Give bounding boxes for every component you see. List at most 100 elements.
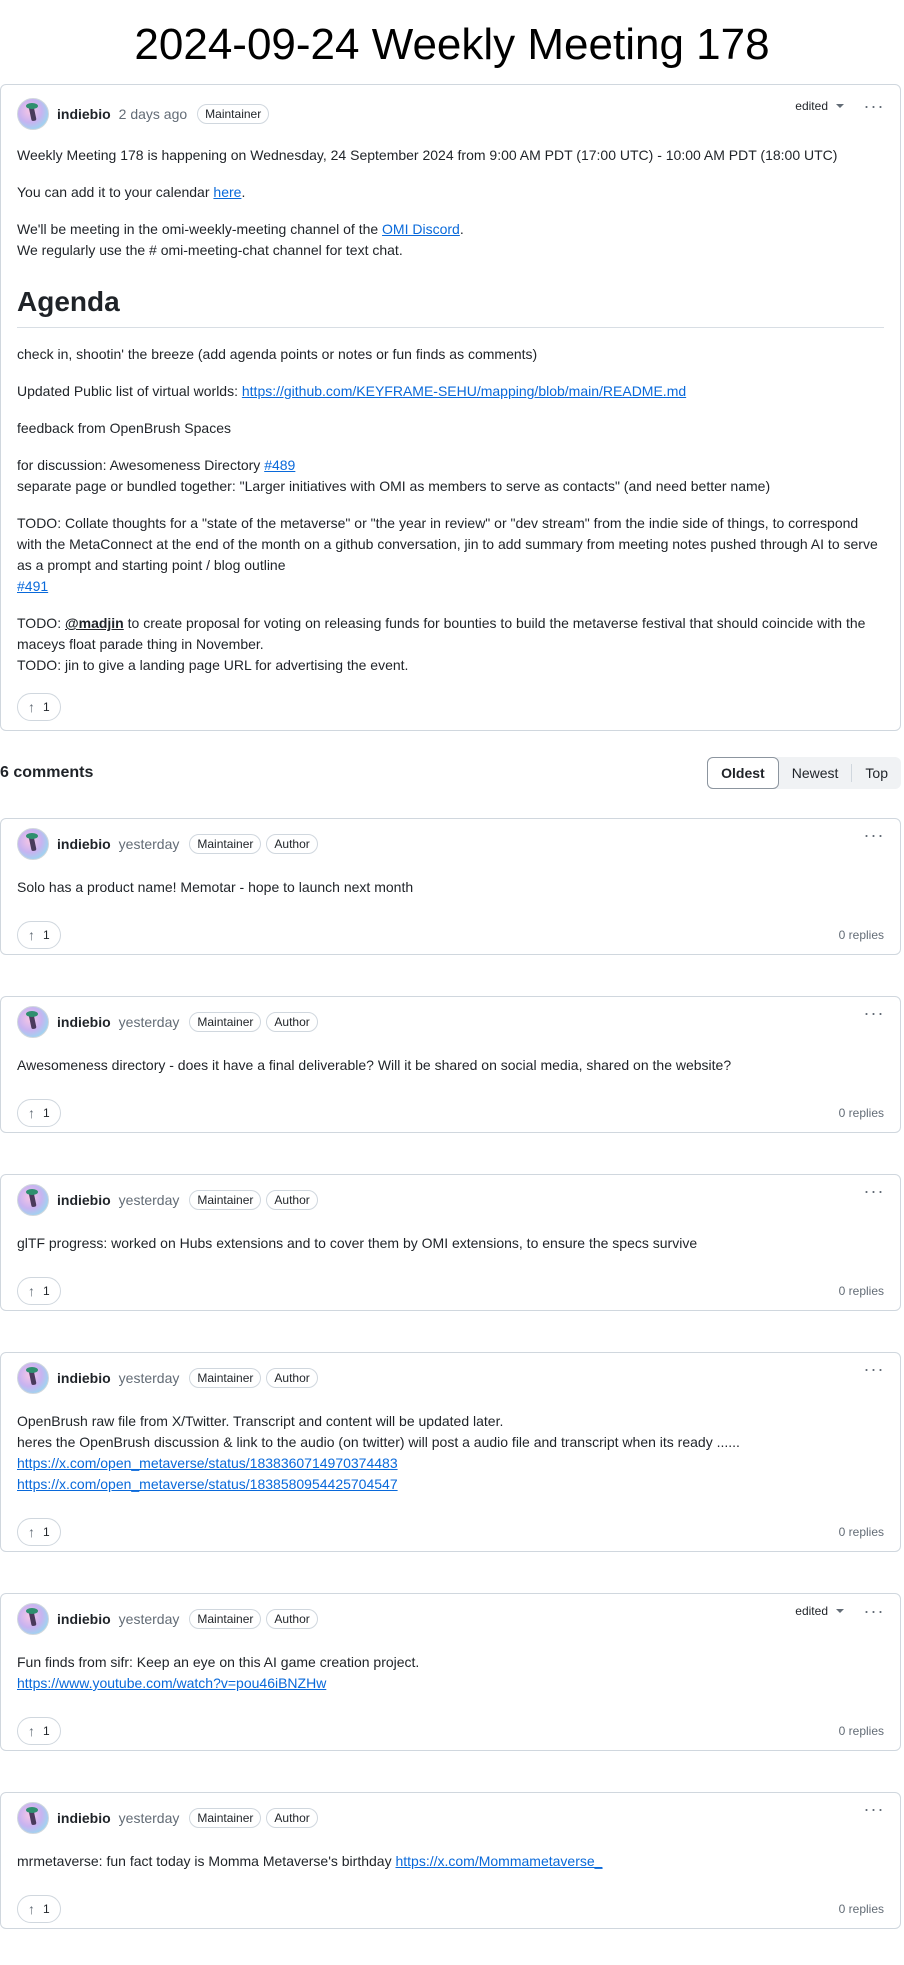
comment-card: indiebio yesterday Maintainer Author ···…	[0, 818, 901, 955]
comment-body: Awesomeness directory - does it have a f…	[1, 1047, 900, 1093]
more-options-icon[interactable]: ···	[862, 1004, 886, 1022]
comment-body: OpenBrush raw file from X/Twitter. Trans…	[1, 1403, 900, 1512]
intro-text: Weekly Meeting 178 is happening on Wedne…	[17, 147, 838, 163]
replies-count[interactable]: 0 replies	[839, 1902, 884, 1916]
timestamp[interactable]: 2 days ago	[119, 106, 188, 122]
comment-header: indiebio yesterday Maintainer Author ···	[1, 1353, 900, 1403]
avatar[interactable]	[17, 1603, 49, 1635]
worlds-link[interactable]: https://github.com/KEYFRAME-SEHU/mapping…	[242, 383, 686, 399]
author-name[interactable]: indiebio	[57, 1014, 111, 1030]
author-name[interactable]: indiebio	[57, 1370, 111, 1386]
avatar[interactable]	[17, 1802, 49, 1834]
maintainer-badge: Maintainer	[189, 1012, 262, 1032]
more-options-icon[interactable]: ···	[862, 1800, 886, 1818]
arrow-up-icon: ↑	[28, 1105, 35, 1121]
comment-actions: ···	[862, 1182, 886, 1200]
avatar[interactable]	[17, 1362, 49, 1394]
author-name[interactable]: indiebio	[57, 106, 111, 122]
upvote-button[interactable]: ↑ 1	[17, 1099, 61, 1127]
more-options-icon[interactable]: ···	[862, 1182, 886, 1200]
issue-491-link[interactable]: #491	[17, 578, 48, 594]
comment-actions: ···	[862, 1800, 886, 1818]
comment-line: mrmetaverse: fun fact today is Momma Met…	[17, 1851, 884, 1872]
more-options-icon[interactable]: ···	[862, 1602, 886, 1620]
youtube-link[interactable]: https://www.youtube.com/watch?v=pou46iBN…	[17, 1675, 326, 1691]
arrow-up-icon: ↑	[28, 1524, 35, 1540]
directory-line2: separate page or bundled together: "Larg…	[17, 478, 771, 494]
arrow-up-icon: ↑	[28, 699, 35, 715]
twitter-link-2[interactable]: https://x.com/open_metaverse/status/1838…	[17, 1476, 398, 1492]
discord-link[interactable]: OMI Discord	[382, 221, 460, 237]
comment-text: glTF progress: worked on Hubs extensions…	[17, 1235, 698, 1251]
maintainer-badge: Maintainer	[197, 104, 270, 124]
twitter-profile-link[interactable]: https://x.com/Mommametaverse_	[395, 1853, 602, 1869]
edited-dropdown[interactable]: edited	[795, 1604, 844, 1618]
author-badge: Author	[266, 1368, 318, 1388]
maintainer-badge: Maintainer	[189, 1609, 262, 1629]
page-title: 2024-09-24 Weekly Meeting 178	[134, 20, 770, 69]
agenda-item-worlds: Updated Public list of virtual worlds: h…	[17, 381, 884, 402]
timestamp[interactable]: yesterday	[119, 1810, 180, 1826]
author-badge: Author	[266, 1190, 318, 1210]
upvote-button[interactable]: ↑ 1	[17, 1518, 61, 1546]
upvote-button[interactable]: ↑ 1	[17, 1895, 61, 1923]
calendar-text: You can add it to your calendar	[17, 184, 214, 200]
mention-madjin[interactable]: @madjin	[65, 615, 124, 631]
edited-label: edited	[795, 99, 828, 113]
timestamp[interactable]: yesterday	[119, 1370, 180, 1386]
replies-count[interactable]: 0 replies	[839, 928, 884, 942]
comment-text: Awesomeness directory - does it have a f…	[17, 1057, 732, 1073]
comment-footer: ↑ 1 0 replies	[1, 1711, 900, 1751]
sort-top[interactable]: Top	[852, 758, 901, 788]
author-name[interactable]: indiebio	[57, 836, 111, 852]
author-name[interactable]: indiebio	[57, 1192, 111, 1208]
calendar-link[interactable]: here	[213, 184, 241, 200]
replies-count[interactable]: 0 replies	[839, 1525, 884, 1539]
edited-label: edited	[795, 1604, 828, 1618]
sort-oldest[interactable]: Oldest	[707, 757, 779, 789]
avatar[interactable]	[17, 828, 49, 860]
timestamp[interactable]: yesterday	[119, 1611, 180, 1627]
worlds-text: Updated Public list of virtual worlds:	[17, 383, 242, 399]
comment-actions: edited ···	[795, 1602, 886, 1620]
comments-header: 6 comments Oldest Newest Top	[0, 753, 904, 793]
comment-footer: ↑ 1 0 replies	[1, 1512, 900, 1552]
comment-body: Fun finds from sifr: Keep an eye on this…	[1, 1644, 900, 1711]
replies-count[interactable]: 0 replies	[839, 1284, 884, 1298]
more-options-icon[interactable]: ···	[862, 97, 886, 115]
timestamp[interactable]: yesterday	[119, 1014, 180, 1030]
avatar[interactable]	[17, 1006, 49, 1038]
post-actions: edited ···	[795, 97, 886, 115]
replies-count[interactable]: 0 replies	[839, 1106, 884, 1120]
avatar[interactable]	[17, 98, 49, 130]
todo-collate-text: TODO: Collate thoughts for a "state of t…	[17, 515, 878, 573]
comment-card: indiebio yesterday Maintainer Author ···…	[0, 1792, 901, 1929]
timestamp[interactable]: yesterday	[119, 1192, 180, 1208]
arrow-up-icon: ↑	[28, 927, 35, 943]
comment-header: indiebio yesterday Maintainer Author ···	[1, 1175, 900, 1225]
timestamp[interactable]: yesterday	[119, 836, 180, 852]
edited-dropdown[interactable]: edited	[795, 99, 844, 113]
comment-body: glTF progress: worked on Hubs extensions…	[1, 1225, 900, 1271]
upvote-count: 1	[43, 1284, 50, 1298]
twitter-link-1[interactable]: https://x.com/open_metaverse/status/1838…	[17, 1455, 398, 1471]
agenda-item-directory: for discussion: Awesomeness Directory #4…	[17, 455, 884, 497]
author-name[interactable]: indiebio	[57, 1810, 111, 1826]
issue-489-link[interactable]: #489	[264, 457, 295, 473]
upvote-button[interactable]: ↑ 1	[17, 921, 61, 949]
comment-text: mrmetaverse: fun fact today is Momma Met…	[17, 1853, 396, 1869]
maintainer-badge: Maintainer	[189, 834, 262, 854]
more-options-icon[interactable]: ···	[862, 1360, 886, 1378]
chevron-down-icon	[836, 104, 844, 108]
replies-count[interactable]: 0 replies	[839, 1724, 884, 1738]
upvote-button[interactable]: ↑ 1	[17, 1277, 61, 1305]
avatar[interactable]	[17, 1184, 49, 1216]
arrow-up-icon: ↑	[28, 1283, 35, 1299]
upvote-button[interactable]: ↑ 1	[17, 1717, 61, 1745]
comment-text: Fun finds from sifr: Keep an eye on this…	[17, 1654, 420, 1670]
upvote-button[interactable]: ↑ 1	[17, 693, 61, 721]
sort-newest[interactable]: Newest	[779, 758, 852, 788]
author-name[interactable]: indiebio	[57, 1611, 111, 1627]
more-options-icon[interactable]: ···	[862, 826, 886, 844]
upvote-count: 1	[43, 1724, 50, 1738]
